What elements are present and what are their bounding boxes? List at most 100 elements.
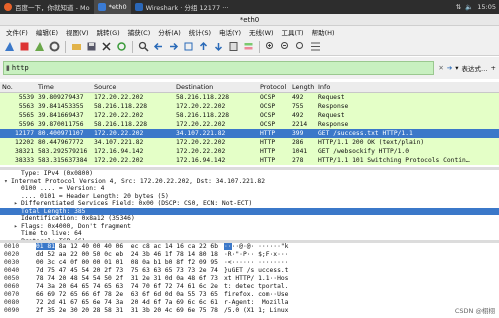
restart-icon[interactable]: [33, 40, 46, 53]
menu-item[interactable]: 跳转(G): [93, 27, 124, 37]
packet-cell-time: 80.400971107: [38, 130, 84, 137]
taskbar-task-firefox[interactable]: 百度一下，你就知道 - Mo: [0, 0, 94, 14]
menu-item[interactable]: 工具(T): [278, 27, 308, 37]
menu-item[interactable]: 统计(S): [185, 27, 215, 37]
forward-arrow-icon[interactable]: [167, 40, 180, 53]
menu-item[interactable]: 帮助(H): [308, 27, 339, 37]
menu-item[interactable]: 捕获(C): [124, 27, 155, 37]
column-header-protocol[interactable]: Protocol: [258, 83, 290, 91]
open-folder-icon[interactable]: [70, 40, 83, 53]
detail-row[interactable]: ▸ Flags: 0x4000, Don't fragment: [0, 223, 499, 231]
shark-fin-start-icon[interactable]: [3, 40, 16, 53]
packet-row[interactable]: 38333 583.315637384 172.20.22.202 172.16.94…: [0, 156, 499, 165]
find-icon[interactable]: [137, 40, 150, 53]
reload-icon[interactable]: [115, 40, 128, 53]
detail-row[interactable]: ▸ Differentiated Services Field: 0x00 (DS…: [0, 200, 499, 208]
first-packet-icon[interactable]: [197, 40, 210, 53]
save-icon[interactable]: [85, 40, 98, 53]
zoom-out-icon[interactable]: [279, 40, 292, 53]
column-header-source[interactable]: Source: [92, 83, 174, 91]
expand-arrow-icon[interactable]: ▸: [14, 223, 21, 231]
colorize-icon[interactable]: [242, 40, 255, 53]
packet-row[interactable]: 12202 80.447967772 34.107.221.82 172.20.22.…: [0, 138, 499, 147]
menu-item[interactable]: 电话(Y): [215, 27, 245, 37]
packet-cell-dst: 172.16.94.142: [176, 157, 226, 164]
menu-item[interactable]: 文件(F): [2, 27, 32, 37]
last-packet-icon[interactable]: [212, 40, 225, 53]
detail-row[interactable]: Identification: 0x8a12 (35346): [0, 215, 499, 223]
detail-row[interactable]: 0100 .... = Version: 4: [0, 185, 499, 193]
autoscroll-icon[interactable]: [227, 40, 240, 53]
volume-icon[interactable]: 🔈: [465, 3, 473, 11]
resize-columns-icon[interactable]: [309, 40, 322, 53]
hex-row[interactable]: 0030 00 3c c4 0f 00 00 01 01 08 0a b1 b0 …: [0, 259, 499, 267]
apply-filter-icon[interactable]: ➔: [447, 64, 452, 72]
taskbar-task-eth0[interactable]: *eth0: [93, 0, 131, 14]
hex-bytes-text: 78 74 20 48 54 54 50 2f 31 2e 31 0d 0a 4…: [36, 275, 218, 282]
packet-row[interactable]: 38321 583.292579216 172.16.94.142 172.20.22…: [0, 147, 499, 156]
column-header-no[interactable]: No.: [0, 83, 36, 91]
stop-icon[interactable]: [18, 40, 31, 53]
packet-cell-time: 39.841453355: [38, 103, 84, 110]
detail-row[interactable]: .... 0101 = Header Length: 20 bytes (5): [0, 193, 499, 201]
hex-bytes-text: 72 2d 41 67 65 6e 74 3a 20 4d 6f 7a 69 6…: [36, 299, 218, 306]
bookmark-icon[interactable]: ▮: [6, 64, 10, 72]
collapse-arrow-icon[interactable]: ▾: [4, 178, 11, 186]
packet-row[interactable]: 5539 39.809279437 172.20.22.202 58.216.118.…: [0, 93, 499, 102]
packet-row[interactable]: 5563 39.841453355 58.216.118.228 172.20.22.…: [0, 102, 499, 111]
column-header-info[interactable]: Info: [316, 83, 499, 91]
packet-list-header: No. Time Source Destination Protocol Len…: [0, 82, 499, 93]
hex-bytes: 72 2d 41 67 65 6e 74 3a 20 4d 6f 7a 69 6…: [36, 299, 224, 307]
packet-cell-len: 1041: [292, 148, 308, 155]
clear-filter-icon[interactable]: ✕: [438, 64, 443, 72]
add-filter-button-icon[interactable]: +: [491, 64, 496, 72]
detail-row[interactable]: Total Length: 385: [0, 207, 499, 215]
packet-cell-info: GET /success.txt HTTP/1.1: [318, 130, 413, 137]
close-file-icon[interactable]: [100, 40, 113, 53]
hex-row[interactable]: 0020 dd 52 aa 22 00 50 0c eb 24 3b 46 1f …: [0, 251, 499, 259]
menu-item[interactable]: 无线(W): [245, 27, 278, 37]
filter-value: http: [11, 64, 29, 72]
options-gear-icon[interactable]: [48, 40, 61, 53]
back-arrow-icon[interactable]: [152, 40, 165, 53]
toolbar-separator: [65, 40, 66, 53]
hex-row[interactable]: 0010 01 81 8a 12 40 00 40 06 ec c8 ac 14 …: [0, 243, 499, 251]
menu-item[interactable]: 视图(V): [62, 27, 93, 37]
column-header-destination[interactable]: Destination: [174, 83, 258, 91]
hex-row[interactable]: 0080 72 2d 41 67 65 6e 74 3a 20 4d 6f 7a …: [0, 299, 499, 307]
hex-row[interactable]: 0040 7d 75 47 45 54 20 2f 73 75 63 63 65 …: [0, 267, 499, 275]
main-toolbar: [0, 38, 499, 56]
hex-row[interactable]: 0060 74 3a 20 64 65 74 65 63 74 70 6f 72 …: [0, 283, 499, 291]
expression-button[interactable]: 表达式…: [462, 63, 488, 73]
normal-size-icon[interactable]: [294, 40, 307, 53]
expand-arrow-icon[interactable]: ▸: [14, 200, 21, 208]
packet-cell-no: 38333: [15, 157, 34, 164]
packet-row[interactable]: 5596 39.870011756 58.216.118.228 172.20.22.…: [0, 120, 499, 129]
taskbar-task-wireshark[interactable]: Wireshark · 分组 12177 ···: [131, 0, 233, 14]
hex-row[interactable]: 0090 2f 35 2e 30 20 28 58 31 31 3b 20 4c …: [0, 307, 499, 315]
packet-cell-dst: 172.20.22.202: [176, 148, 226, 155]
detail-row[interactable]: Type: IPv4 (0x0800): [0, 170, 499, 178]
hex-bytes-text: 2f 35 2e 30 20 28 58 31 31 3b 20 4c 69 6…: [36, 307, 218, 314]
zoom-in-icon[interactable]: [264, 40, 277, 53]
packet-row[interactable]: 12177 80.400971107 172.20.22.202 34.107.221…: [0, 129, 499, 138]
hex-row[interactable]: 0050 78 74 20 48 54 54 50 2f 31 2e 31 0d …: [0, 275, 499, 283]
hex-row[interactable]: 0070 66 69 72 65 66 6f 78 2e 63 6f 6d 0d …: [0, 291, 499, 299]
hex-offset: 0030: [4, 259, 20, 266]
packet-cell-len: 492: [292, 94, 304, 101]
menu-item[interactable]: 编辑(E): [32, 27, 62, 37]
packet-row[interactable]: 5565 39.841669437 172.20.22.202 58.216.118.…: [0, 111, 499, 120]
detail-row[interactable]: Time to live: 64: [0, 230, 499, 238]
terminal-icon: [97, 3, 106, 11]
display-filter-input[interactable]: ▮ http: [3, 61, 435, 75]
column-header-time[interactable]: Time: [36, 83, 92, 91]
detail-row[interactable]: ▾ Internet Protocol Version 4, Src: 172.2…: [0, 178, 499, 186]
network-icon[interactable]: ⇅: [456, 3, 461, 11]
column-header-length[interactable]: Length: [290, 83, 316, 91]
menu-item[interactable]: 分析(A): [154, 27, 185, 37]
filter-dropdown-icon[interactable]: ▾: [455, 64, 458, 72]
goto-packet-icon[interactable]: [182, 40, 195, 53]
hex-bytes-text: 8a 12 40 00 40 06 ec c8 ac 14 16 ca 22 6…: [54, 243, 218, 250]
firefox-icon: [4, 3, 12, 11]
watermark: CSDN @栩栩: [454, 307, 495, 315]
